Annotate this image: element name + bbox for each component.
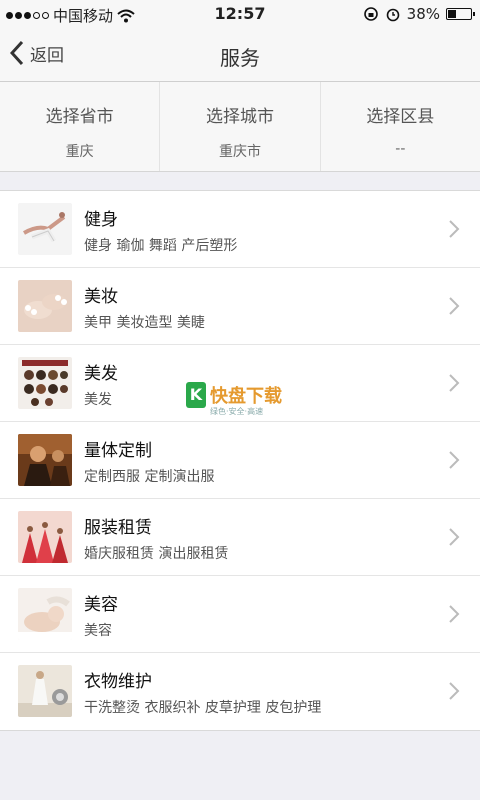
service-subtitle: 美容 <box>84 623 112 639</box>
city-label: 选择城市 <box>205 107 274 127</box>
service-list: 健身 健身 瑜伽 舞蹈 产后塑形 美妆 美甲 美妆造型 美睫 美发 美发 量体定… <box>0 190 480 731</box>
clothing-care-thumbnail <box>18 665 72 717</box>
status-bar: 中国移动 12:57 38% <box>0 0 480 28</box>
service-title: 服装租赁 <box>84 518 152 538</box>
city-value: 重庆市 <box>218 144 261 160</box>
status-right: 38% <box>363 5 475 23</box>
battery-icon <box>446 8 475 20</box>
service-subtitle: 健身 瑜伽 舞蹈 产后塑形 <box>84 238 238 254</box>
service-title: 美容 <box>84 595 118 615</box>
service-title: 美发 <box>84 364 118 384</box>
alarm-icon <box>386 8 399 22</box>
service-subtitle: 美发 <box>84 392 112 408</box>
service-title: 量体定制 <box>84 441 152 461</box>
chevron-right-icon <box>449 528 460 546</box>
region-selector: 选择省市 重庆 选择城市 重庆市 选择区县 -- <box>0 82 480 172</box>
service-title: 健身 <box>84 210 118 230</box>
province-selector[interactable]: 选择省市 重庆 <box>0 82 161 171</box>
chevron-right-icon <box>449 605 460 623</box>
chevron-right-icon <box>449 297 460 315</box>
service-item-rental[interactable]: 服装租赁 婚庆服租赁 演出服租赁 <box>0 499 480 576</box>
watermark-subtext: 绿色·安全·高速 <box>210 407 264 416</box>
province-value: 重庆 <box>65 144 94 160</box>
tailoring-thumbnail <box>18 434 72 486</box>
district-selector[interactable]: 选择区县 -- <box>321 82 480 171</box>
service-item-tailoring[interactable]: 量体定制 定制西服 定制演出服 <box>0 422 480 499</box>
chevron-right-icon <box>449 220 460 238</box>
district-value: -- <box>395 141 406 157</box>
rental-thumbnail <box>18 511 72 563</box>
chevron-right-icon <box>449 451 460 469</box>
watermark-logo-mark: K <box>186 382 206 408</box>
rotation-lock-icon <box>363 7 378 21</box>
district-label: 选择区县 <box>366 107 435 127</box>
service-subtitle: 干洗整烫 衣服织补 皮草护理 皮包护理 <box>84 700 322 716</box>
city-selector[interactable]: 选择城市 重庆市 <box>160 82 321 171</box>
hairdressing-thumbnail <box>18 357 72 409</box>
service-item-fitness[interactable]: 健身 健身 瑜伽 舞蹈 产后塑形 <box>0 191 480 268</box>
watermark-text: 快盘下载 <box>210 386 282 407</box>
battery-percent: 38% <box>406 5 440 23</box>
service-subtitle: 美甲 美妆造型 美睫 <box>84 315 205 331</box>
chevron-right-icon <box>449 682 460 700</box>
service-subtitle: 定制西服 定制演出服 <box>84 469 215 485</box>
service-item-beauty[interactable]: 美容 美容 <box>0 576 480 653</box>
service-title: 衣物维护 <box>84 672 152 692</box>
province-label: 选择省市 <box>45 107 114 127</box>
watermark-logo: K 快盘下载 绿色·安全·高速 <box>186 382 282 416</box>
makeup-thumbnail <box>18 280 72 332</box>
service-item-makeup[interactable]: 美妆 美甲 美妆造型 美睫 <box>0 268 480 345</box>
fitness-thumbnail <box>18 203 72 255</box>
service-subtitle: 婚庆服租赁 演出服租赁 <box>84 546 229 562</box>
page-title: 服务 <box>220 46 260 70</box>
navigation-bar: 返回 服务 <box>0 28 480 82</box>
beauty-thumbnail <box>18 588 72 640</box>
service-title: 美妆 <box>84 287 118 307</box>
service-item-clothing-care[interactable]: 衣物维护 干洗整烫 衣服织补 皮草护理 皮包护理 <box>0 653 480 730</box>
chevron-right-icon <box>449 374 460 392</box>
